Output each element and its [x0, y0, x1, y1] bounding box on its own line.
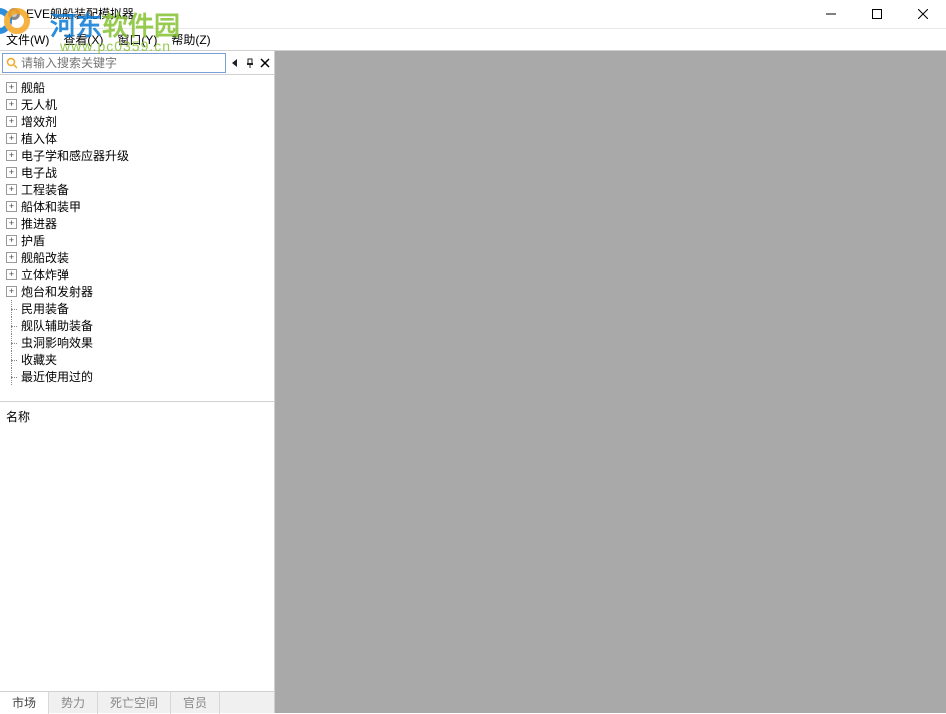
tree-item[interactable]: + 船体和装甲: [2, 198, 272, 215]
app-icon: [6, 6, 22, 22]
tree-item[interactable]: 舰队辅助装备: [2, 317, 272, 334]
tree-item-label: 立体炸弹: [21, 266, 69, 283]
expand-icon[interactable]: +: [6, 167, 17, 178]
category-tree[interactable]: + 舰船 + 无人机 + 增效剂 + 植入体 + 电子学和感应器升级 + 电子战 + 工程装备 + 船体和装甲…: [0, 75, 274, 401]
tree-branch-icon: [6, 354, 17, 365]
menu-help[interactable]: 帮助(Z): [171, 31, 210, 48]
bottom-tab[interactable]: 势力: [49, 692, 98, 714]
tree-item[interactable]: 虫洞影响效果: [2, 334, 272, 351]
tree-item[interactable]: + 电子学和感应器升级: [2, 147, 272, 164]
tree-item[interactable]: + 舰船: [2, 79, 272, 96]
tree-branch-icon: [6, 320, 17, 331]
tree-item[interactable]: 收藏夹: [2, 351, 272, 368]
tree-item-label: 电子战: [21, 164, 57, 181]
expand-icon[interactable]: +: [6, 252, 17, 263]
expand-icon[interactable]: +: [6, 184, 17, 195]
expand-icon[interactable]: +: [6, 133, 17, 144]
tree-item-label: 工程装备: [21, 181, 69, 198]
tree-item[interactable]: + 工程装备: [2, 181, 272, 198]
tree-item[interactable]: + 推进器: [2, 215, 272, 232]
titlebar: EVE舰船装配模拟器: [0, 0, 946, 28]
search-row: [0, 51, 274, 75]
expand-icon[interactable]: +: [6, 269, 17, 280]
menubar: 文件(W) 查看(X) 窗口(Y) 帮助(Z): [0, 28, 946, 50]
tree-item[interactable]: + 护盾: [2, 232, 272, 249]
panel-collapse-left-icon[interactable]: [228, 54, 242, 72]
tree-item-label: 收藏夹: [21, 351, 57, 368]
detail-header: 名称: [6, 410, 30, 424]
expand-icon[interactable]: +: [6, 235, 17, 246]
tree-item-label: 船体和装甲: [21, 198, 81, 215]
tree-item-label: 推进器: [21, 215, 57, 232]
tree-item-label: 舰船: [21, 79, 45, 96]
tree-item-label: 护盾: [21, 232, 45, 249]
tree-item[interactable]: + 舰船改装: [2, 249, 272, 266]
maximize-button[interactable]: [854, 0, 900, 28]
tree-item-label: 无人机: [21, 96, 57, 113]
tree-item-label: 电子学和感应器升级: [21, 147, 129, 164]
tree-item[interactable]: + 增效剂: [2, 113, 272, 130]
sidebar: + 舰船 + 无人机 + 增效剂 + 植入体 + 电子学和感应器升级 + 电子战 + 工程装备 + 船体和装甲…: [0, 51, 275, 713]
panel-buttons: [228, 54, 274, 72]
expand-icon[interactable]: +: [6, 218, 17, 229]
tree-branch-icon: [6, 371, 17, 382]
panel-close-icon[interactable]: [258, 54, 272, 72]
tree-item-label: 民用装备: [21, 300, 69, 317]
search-input[interactable]: [21, 54, 225, 72]
bottom-tabs: 市场势力死亡空间官员: [0, 691, 274, 713]
search-icon: [3, 57, 21, 69]
tree-item-label: 炮台和发射器: [21, 283, 93, 300]
tree-item-label: 虫洞影响效果: [21, 334, 93, 351]
expand-icon[interactable]: +: [6, 150, 17, 161]
tree-item[interactable]: 民用装备: [2, 300, 272, 317]
tree-item-label: 舰船改装: [21, 249, 69, 266]
tree-item[interactable]: + 无人机: [2, 96, 272, 113]
tree-item-label: 增效剂: [21, 113, 57, 130]
main-area: + 舰船 + 无人机 + 增效剂 + 植入体 + 电子学和感应器升级 + 电子战 + 工程装备 + 船体和装甲…: [0, 50, 946, 713]
bottom-tab[interactable]: 死亡空间: [98, 692, 171, 714]
panel-pin-icon[interactable]: [243, 54, 257, 72]
window-title: EVE舰船装配模拟器: [26, 5, 134, 22]
close-button[interactable]: [900, 0, 946, 28]
bottom-tab[interactable]: 官员: [171, 692, 220, 714]
tree-item[interactable]: + 立体炸弹: [2, 266, 272, 283]
minimize-button[interactable]: [808, 0, 854, 28]
tree-item-label: 植入体: [21, 130, 57, 147]
expand-icon[interactable]: +: [6, 116, 17, 127]
tree-item-label: 最近使用过的: [21, 368, 93, 385]
expand-icon[interactable]: +: [6, 286, 17, 297]
tree-branch-icon: [6, 337, 17, 348]
detail-panel: 名称: [0, 401, 274, 691]
tree-item-label: 舰队辅助装备: [21, 317, 93, 334]
content-area: [275, 51, 946, 713]
tree-item[interactable]: + 炮台和发射器: [2, 283, 272, 300]
menu-file[interactable]: 文件(W): [6, 31, 49, 48]
expand-icon[interactable]: +: [6, 201, 17, 212]
menu-window[interactable]: 窗口(Y): [117, 31, 157, 48]
expand-icon[interactable]: +: [6, 99, 17, 110]
search-box: [2, 53, 226, 73]
tree-item[interactable]: + 电子战: [2, 164, 272, 181]
tree-item[interactable]: 最近使用过的: [2, 368, 272, 385]
bottom-tab[interactable]: 市场: [0, 692, 49, 714]
tree-branch-icon: [6, 303, 17, 314]
tree-item[interactable]: + 植入体: [2, 130, 272, 147]
window-controls: [808, 0, 946, 28]
menu-view[interactable]: 查看(X): [63, 31, 103, 48]
expand-icon[interactable]: +: [6, 82, 17, 93]
